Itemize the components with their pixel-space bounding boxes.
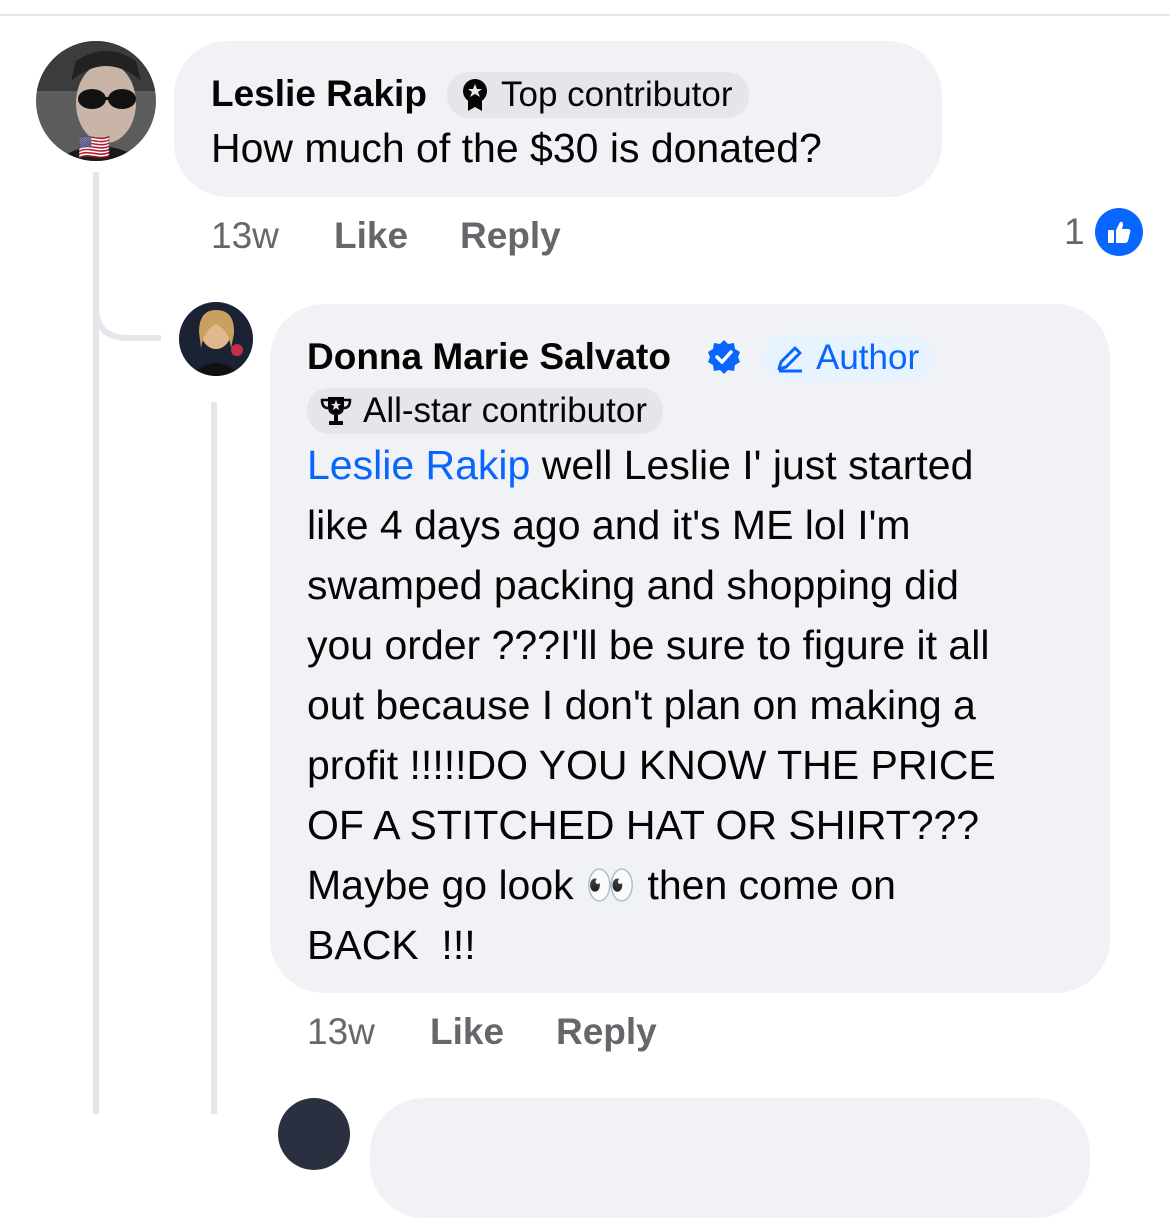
reply-text-line: swamped packing and shopping did xyxy=(307,562,959,608)
next-reply-bubble xyxy=(370,1098,1090,1218)
reply-text-line: BACK !!! xyxy=(307,922,476,968)
thumbs-up-icon xyxy=(1094,208,1143,256)
reply-timestamp[interactable]: 13w xyxy=(307,1011,375,1053)
reply-text-line: Maybe go look 👀 then come on xyxy=(307,862,896,908)
top-contributor-badge: Top contributor xyxy=(447,72,749,118)
top-divider xyxy=(0,0,1170,16)
reply-text-line: out because I don't plan on making a xyxy=(307,682,976,728)
reply-button[interactable]: Reply xyxy=(460,215,561,257)
reply-author-name[interactable]: Donna Marie Salvato xyxy=(307,336,671,378)
reply-text-line: OF A STITCHED HAT OR SHIRT??? xyxy=(307,802,980,848)
badge-label: All-star contributor xyxy=(363,391,647,430)
reaction-summary[interactable]: 1 xyxy=(1064,208,1143,256)
mention-link[interactable]: Leslie Rakip xyxy=(307,442,530,488)
comment-author-name[interactable]: Leslie Rakip xyxy=(211,73,427,115)
verified-icon xyxy=(708,340,740,374)
flag-icon: 🇺🇸 xyxy=(78,132,111,162)
reply-text-line: profit !!!!!DO YOU KNOW THE PRICE xyxy=(307,742,996,788)
comment-timestamp[interactable]: 13w xyxy=(211,215,279,257)
like-button[interactable]: Like xyxy=(334,215,408,257)
trophy-icon xyxy=(320,397,352,425)
like-button[interactable]: Like xyxy=(430,1011,504,1053)
reply-button[interactable]: Reply xyxy=(556,1011,657,1053)
pencil-icon xyxy=(777,346,802,373)
reply-text: Leslie Rakip well Leslie I' just started… xyxy=(307,435,1097,975)
reply-text-segment: well Leslie I' just started xyxy=(530,442,974,488)
thread-line-reply xyxy=(211,402,217,1114)
reply-text-line: Leslie Rakip well Leslie I' just started xyxy=(307,435,1097,495)
avatar[interactable] xyxy=(179,302,253,376)
reaction-count: 1 xyxy=(1064,211,1085,252)
thread-connector xyxy=(93,280,161,341)
author-badge-label: Author xyxy=(816,338,920,377)
comment-text: How much of the $30 is donated? xyxy=(211,125,822,171)
avatar[interactable] xyxy=(278,1098,350,1170)
reply-text-line: like 4 days ago and it's ME lol I'm xyxy=(307,502,911,548)
reply-text-line: you order ???I'll be sure to figure it a… xyxy=(307,622,990,668)
ribbon-badge-icon xyxy=(463,79,487,111)
badge-label: Top contributor xyxy=(501,75,733,114)
author-badge: Author xyxy=(762,335,936,381)
all-star-badge: All-star contributor xyxy=(307,388,663,434)
